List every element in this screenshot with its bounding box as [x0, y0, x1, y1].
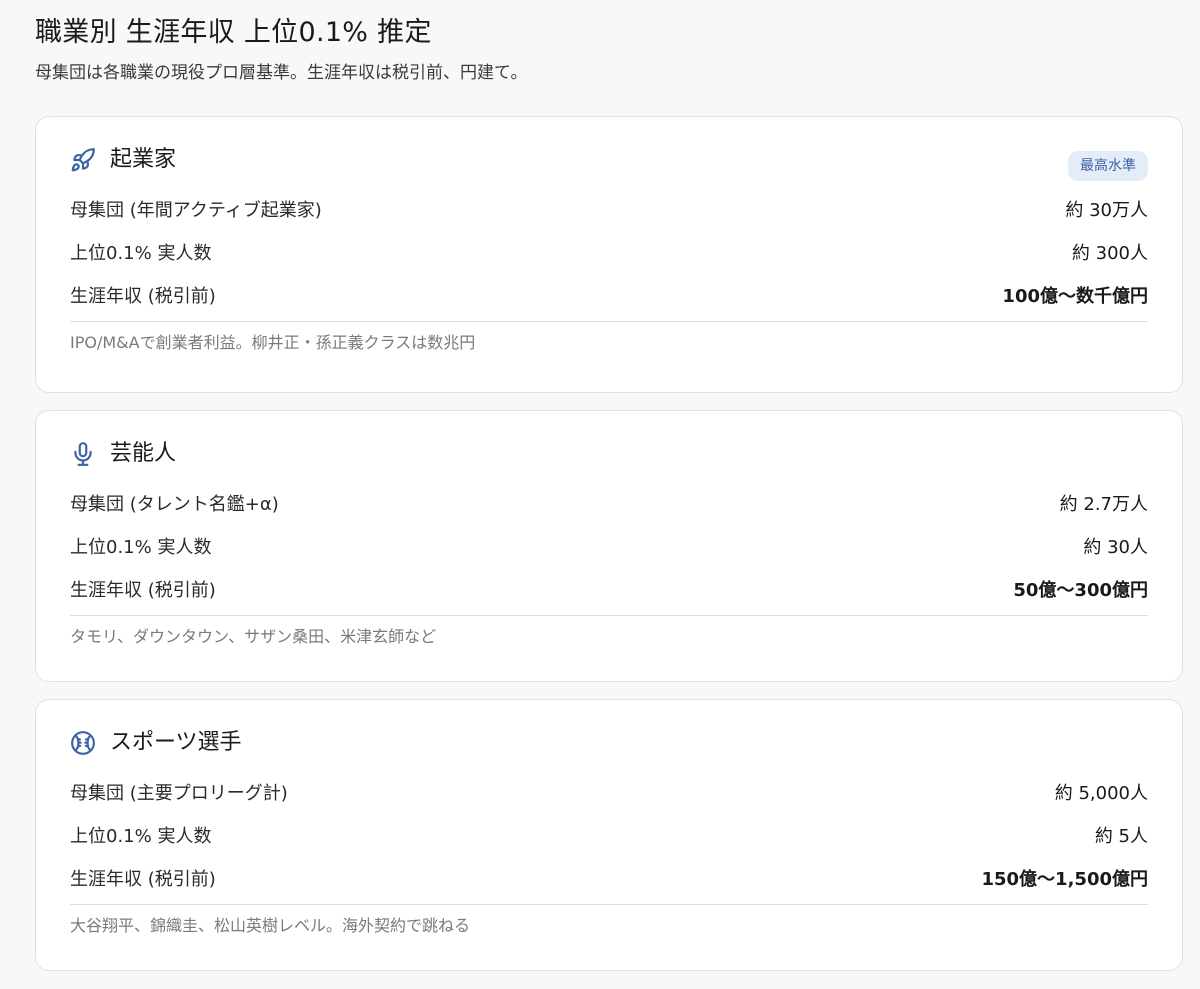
page: 職業別 生涯年収 上位0.1% 推定 母集団は各職業の現役プロ層基準。生涯年収は… — [0, 0, 1200, 989]
card-header: スポーツ選手 — [70, 724, 1148, 770]
row-value: 約 300人 — [1071, 242, 1148, 264]
card-title: 芸能人 — [110, 441, 177, 466]
card-entertainer: 芸能人 母集団 (タレント名鑑+α) 約 2.7万人 上位0.1% 実人数 約 … — [35, 410, 1183, 682]
card-heading: スポーツ選手 — [70, 724, 242, 762]
stat-row-lifetime-income: 生涯年収 (税引前) 150億〜1,500億円 — [70, 856, 1148, 899]
card-note: IPO/M&Aで創業者利益。柳井正・孫正義クラスは数兆円 — [70, 333, 476, 352]
row-label: 生涯年収 (税引前) — [70, 868, 216, 890]
page-title: 職業別 生涯年収 上位0.1% 推定 — [35, 17, 432, 48]
card-note: 大谷翔平、錦織圭、松山英樹レベル。海外契約で跳ねる — [70, 916, 471, 935]
rocket-icon — [70, 147, 96, 173]
row-label: 母集団 (タレント名鑑+α) — [70, 493, 279, 515]
stat-row-lifetime-income: 生涯年収 (税引前) 50億〜300億円 — [70, 567, 1148, 610]
row-label: 上位0.1% 実人数 — [70, 536, 212, 558]
card-title: スポーツ選手 — [110, 730, 242, 755]
card-header: 起業家 最高水準 — [70, 141, 1148, 187]
row-label: 生涯年収 (税引前) — [70, 285, 216, 307]
status-badge: 最高水準 — [1068, 151, 1148, 181]
card-entrepreneur: 起業家 最高水準 母集団 (年間アクティブ起業家) 約 30万人 上位0.1% … — [35, 116, 1183, 393]
row-value: 約 30万人 — [1065, 199, 1148, 221]
row-label: 上位0.1% 実人数 — [70, 242, 212, 264]
stat-row-top-count: 上位0.1% 実人数 約 30人 — [70, 524, 1148, 567]
row-value: 約 5人 — [1094, 825, 1148, 847]
stat-row-lifetime-income: 生涯年収 (税引前) 100億〜数千億円 — [70, 273, 1148, 316]
card-note: タモリ、ダウンタウン、サザン桑田、米津玄師など — [70, 627, 437, 646]
row-value: 150億〜1,500億円 — [981, 868, 1148, 890]
stat-row-population: 母集団 (タレント名鑑+α) 約 2.7万人 — [70, 481, 1148, 524]
row-label: 母集団 (年間アクティブ起業家) — [70, 199, 322, 221]
row-label: 生涯年収 (税引前) — [70, 579, 216, 601]
card-header: 芸能人 — [70, 435, 1148, 481]
microphone-icon — [70, 441, 96, 467]
card-heading: 起業家 — [70, 141, 176, 179]
card-list: 起業家 最高水準 母集団 (年間アクティブ起業家) 約 30万人 上位0.1% … — [35, 116, 1183, 971]
card-heading: 芸能人 — [70, 435, 176, 473]
stat-row-top-count: 上位0.1% 実人数 約 300人 — [70, 230, 1148, 273]
divider — [70, 615, 1148, 616]
stat-row-population: 母集団 (年間アクティブ起業家) 約 30万人 — [70, 187, 1148, 230]
card-title: 起業家 — [110, 147, 177, 172]
row-value: 100億〜数千億円 — [1002, 285, 1148, 307]
divider — [70, 904, 1148, 905]
divider — [70, 321, 1148, 322]
baseball-icon — [70, 730, 96, 756]
page-subtitle: 母集団は各職業の現役プロ層基準。生涯年収は税引前、円建て。 — [35, 63, 528, 83]
card-athlete: スポーツ選手 母集団 (主要プロリーグ計) 約 5,000人 上位0.1% 実人… — [35, 699, 1183, 971]
stat-row-population: 母集団 (主要プロリーグ計) 約 5,000人 — [70, 770, 1148, 813]
row-label: 上位0.1% 実人数 — [70, 825, 212, 847]
row-value: 50億〜300億円 — [1013, 579, 1148, 601]
stat-row-top-count: 上位0.1% 実人数 約 5人 — [70, 813, 1148, 856]
row-label: 母集団 (主要プロリーグ計) — [70, 782, 288, 804]
row-value: 約 5,000人 — [1054, 782, 1148, 804]
row-value: 約 2.7万人 — [1059, 493, 1148, 515]
row-value: 約 30人 — [1083, 536, 1148, 558]
